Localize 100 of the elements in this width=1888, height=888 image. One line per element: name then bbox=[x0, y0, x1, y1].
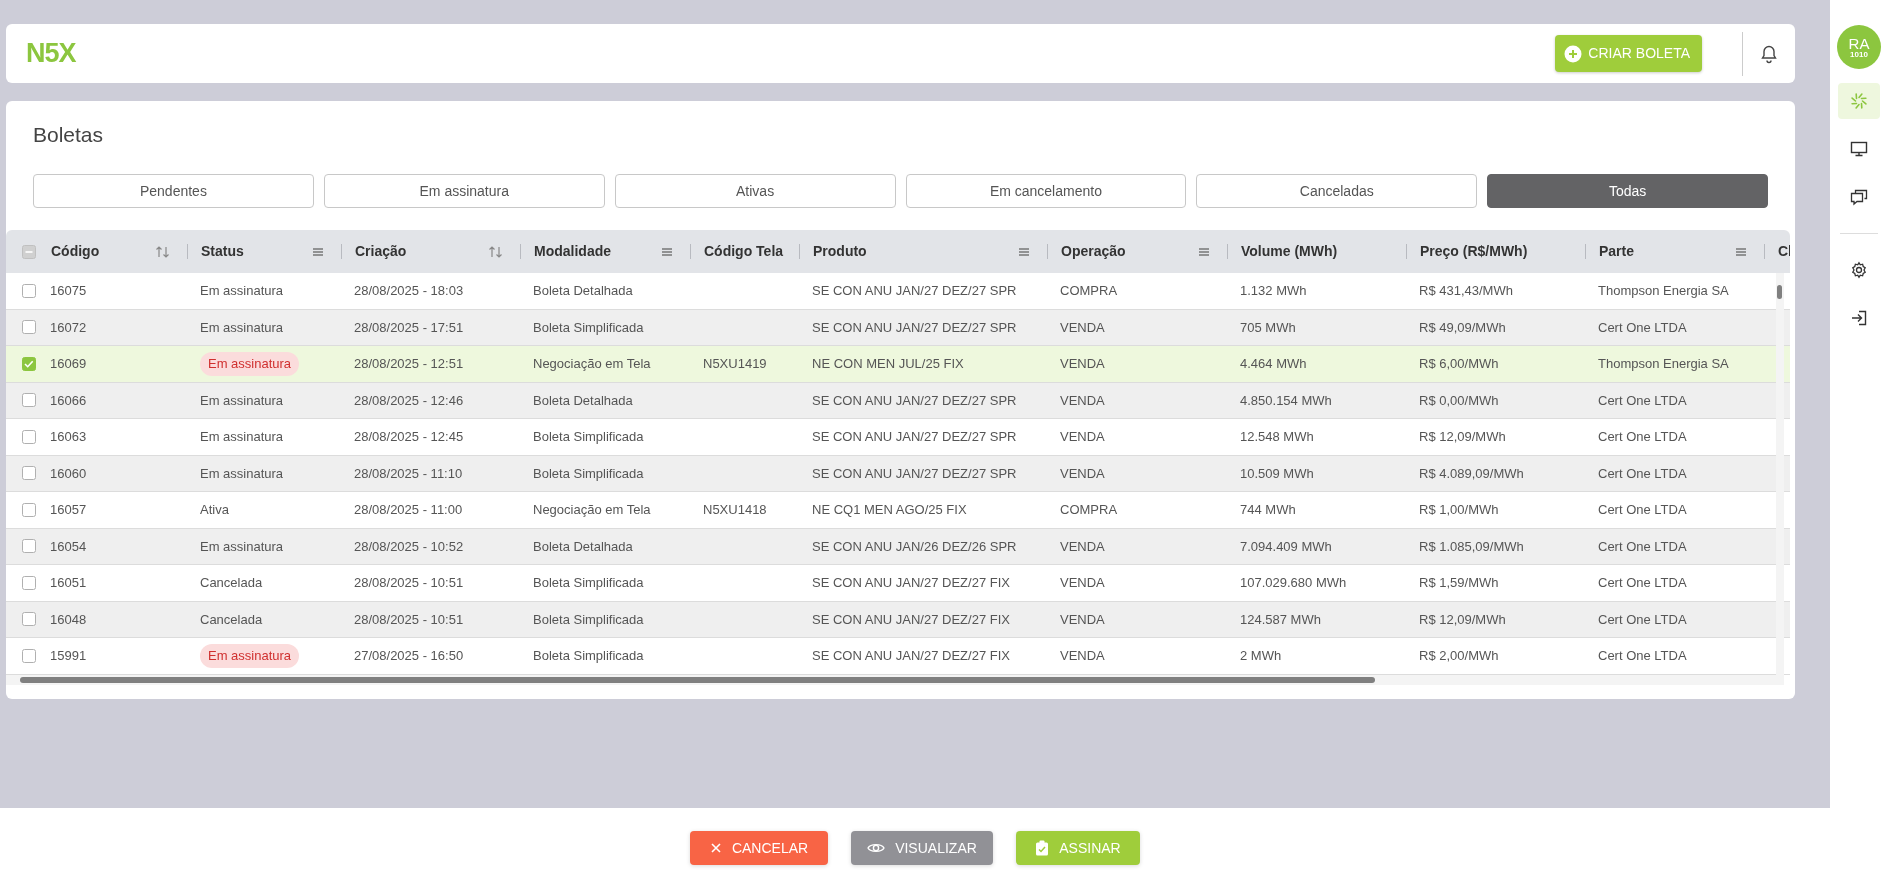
menu-icon[interactable] bbox=[1735, 245, 1747, 258]
table-cell-text: Ativa bbox=[200, 501, 229, 519]
column-header[interactable]: Modalidade bbox=[534, 241, 611, 262]
table-cell-text: Cert One LTDA bbox=[1598, 610, 1687, 629]
table-cell-text: Em assinatura bbox=[200, 537, 284, 556]
table-cell-text: VENDA bbox=[1060, 355, 1105, 373]
table-cell-text: VENDA bbox=[1060, 318, 1105, 337]
checkbox[interactable] bbox=[22, 429, 36, 444]
table-cell-text: SE CON ANU JAN/27 DEZ/27 SPR bbox=[812, 318, 1017, 337]
horizontal-scrollbar[interactable] bbox=[6, 674, 1784, 685]
monitor-icon bbox=[1850, 140, 1868, 158]
menu-icon[interactable] bbox=[661, 245, 673, 258]
table-cell-text: 744 MWh bbox=[1240, 501, 1296, 519]
table-cell-text: Em assinatura bbox=[200, 318, 284, 337]
table-cell-text: Boleta Simplificada bbox=[533, 318, 644, 337]
table-cell-text: Cancelada bbox=[200, 610, 263, 629]
table-cell-text: Cert One LTDA bbox=[1598, 318, 1687, 337]
table-cell-text: SE CON ANU JAN/27 DEZ/27 FIX bbox=[812, 610, 1010, 629]
logo: N5X bbox=[26, 37, 76, 71]
menu-icon[interactable] bbox=[1198, 245, 1210, 258]
table-cell-text: Em assinatura bbox=[200, 391, 284, 410]
column-header[interactable]: Código bbox=[51, 241, 100, 262]
table-cell-text: 16048 bbox=[50, 610, 87, 629]
vertical-scrollbar[interactable] bbox=[1776, 273, 1784, 676]
table-cell-text: VENDA bbox=[1060, 428, 1105, 446]
table-cell-text: Cert One LTDA bbox=[1598, 574, 1687, 592]
table-cell-text: R$ 12,09/MWh bbox=[1419, 610, 1506, 629]
table-cell-text: 7.094.409 MWh bbox=[1240, 537, 1332, 556]
table-cell-text: VENDA bbox=[1060, 647, 1105, 665]
checkbox[interactable] bbox=[22, 356, 36, 371]
checkbox[interactable] bbox=[22, 539, 36, 554]
table-cell-text: 28/08/2025 - 11:00 bbox=[354, 501, 463, 519]
table-cell-text: Boleta Simplificada bbox=[533, 610, 644, 629]
table-cell-text: R$ 2,00/MWh bbox=[1419, 647, 1499, 665]
login-icon bbox=[1850, 309, 1868, 327]
table-cell-text: Thompson Energia SA bbox=[1598, 282, 1729, 300]
table-cell-text: R$ 0,00/MWh bbox=[1419, 391, 1499, 410]
table-cell-text: VENDA bbox=[1060, 391, 1105, 410]
table-cell-text: SE CON ANU JAN/27 DEZ/27 SPR bbox=[812, 428, 1017, 446]
table-cell-text: COMPRA bbox=[1060, 501, 1118, 519]
user-code: 1010 bbox=[1850, 50, 1868, 59]
table-cell-text: Em assinatura bbox=[200, 464, 284, 483]
column-header[interactable]: Código Tela bbox=[704, 241, 784, 262]
column-header[interactable]: Operação bbox=[1061, 241, 1126, 262]
column-header[interactable]: Status bbox=[201, 241, 244, 262]
menu-icon[interactable] bbox=[312, 245, 324, 258]
filter-tab[interactable]: Todas bbox=[1487, 174, 1768, 208]
table-cell-text: 10.509 MWh bbox=[1240, 464, 1314, 483]
checkbox[interactable] bbox=[22, 648, 36, 663]
column-header[interactable]: Parte bbox=[1599, 241, 1635, 262]
table-cell-text: N5XU1419 bbox=[703, 355, 767, 373]
table-cell-text: 28/08/2025 - 18:03 bbox=[354, 282, 464, 300]
table-cell-text: VENDA bbox=[1060, 610, 1105, 629]
table-cell-text: SE CON ANU JAN/27 DEZ/27 SPR bbox=[812, 464, 1017, 483]
filter-tab[interactable]: Ativas bbox=[614, 174, 896, 208]
table-cell-text: Cert One LTDA bbox=[1598, 647, 1687, 665]
column-header[interactable]: Criação bbox=[355, 241, 407, 262]
table-cell-text: 16063 bbox=[50, 428, 87, 446]
table-cell-text: Em assinatura bbox=[200, 282, 284, 300]
column-header[interactable]: Volume (MWh) bbox=[1241, 241, 1338, 262]
table-cell-text: Negociação em Tela bbox=[533, 355, 651, 373]
table-cell-text: R$ 1.085,09/MWh bbox=[1419, 537, 1524, 556]
table-cell-text: Boleta Detalhada bbox=[533, 391, 633, 410]
checkbox[interactable] bbox=[22, 283, 36, 298]
table-cell-text: 16057 bbox=[50, 501, 87, 519]
menu-icon[interactable] bbox=[1018, 245, 1030, 258]
table-cell-text: 28/08/2025 - 12:45 bbox=[354, 428, 464, 446]
table-cell-text: Boleta Simplificada bbox=[533, 428, 644, 446]
table-cell-text: 28/08/2025 - 10:52 bbox=[354, 537, 464, 556]
checkbox[interactable] bbox=[22, 502, 36, 517]
table-cell-text: 2 MWh bbox=[1240, 647, 1282, 665]
column-header[interactable]: Produto bbox=[813, 241, 867, 262]
filter-tab[interactable]: Pendentes bbox=[33, 174, 314, 208]
table-cell-text: NE CON MEN JUL/25 FIX bbox=[812, 355, 964, 373]
chat-icon bbox=[1850, 188, 1868, 206]
table-cell-text: 28/08/2025 - 11:10 bbox=[354, 464, 463, 483]
filter-tab[interactable]: Em cancelamento bbox=[905, 174, 1187, 208]
table-cell-text: 16054 bbox=[50, 537, 87, 556]
clipboard-check-icon bbox=[1035, 840, 1050, 856]
bell-icon[interactable] bbox=[1759, 43, 1779, 64]
checkbox[interactable] bbox=[22, 575, 36, 590]
table-cell-text: 16075 bbox=[50, 282, 87, 300]
table-cell-text: COMPRA bbox=[1060, 282, 1118, 300]
checkbox[interactable] bbox=[22, 320, 36, 335]
table-cell-text: 12.548 MWh bbox=[1240, 428, 1314, 446]
filter-tab[interactable]: Canceladas bbox=[1196, 174, 1478, 208]
table-cell-text: Cert One LTDA bbox=[1598, 391, 1687, 410]
table-cell-text: 705 MWh bbox=[1240, 318, 1296, 337]
status-badge: Em assinatura bbox=[200, 352, 300, 376]
table-cell-text: Boleta Simplificada bbox=[533, 647, 644, 665]
checkbox[interactable] bbox=[22, 393, 36, 408]
column-header[interactable]: Preço (R$/MWh) bbox=[1420, 241, 1528, 262]
table-cell-text: 16066 bbox=[50, 391, 87, 410]
checkbox[interactable] bbox=[22, 466, 36, 481]
checkbox[interactable] bbox=[22, 612, 36, 627]
filter-tab[interactable]: Em assinatura bbox=[323, 174, 605, 208]
table-cell-text: Boleta Simplificada bbox=[533, 464, 644, 483]
table-cell-text: VENDA bbox=[1060, 464, 1105, 483]
checkbox[interactable] bbox=[22, 244, 36, 259]
table-cell-text: 16060 bbox=[50, 464, 87, 483]
